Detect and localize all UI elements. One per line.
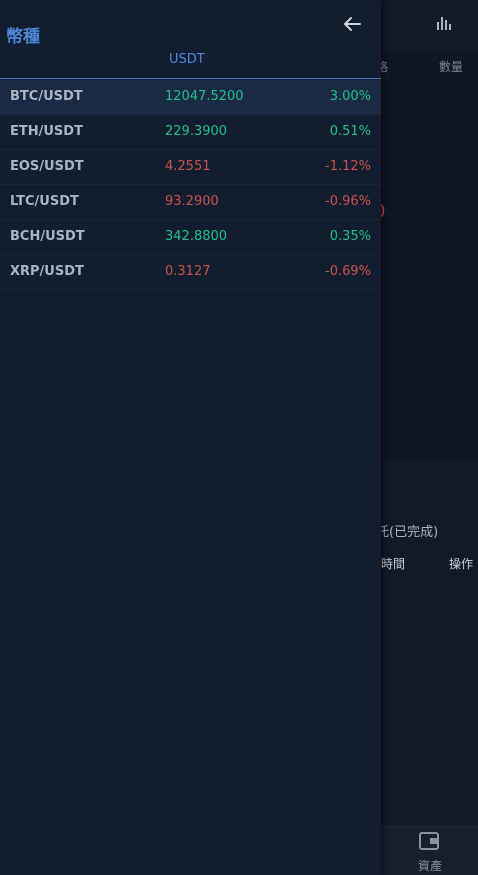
tab-usdt[interactable]: USDT <box>169 52 205 67</box>
pair-change: -0.69% <box>325 264 371 279</box>
pair-selector-drawer: 幣種 USDT BTC/USDT 12047.5200 3.00% ETH/US… <box>0 0 381 875</box>
pair-symbol: LTC/USDT <box>10 194 79 209</box>
pair-change: 3.00% <box>329 89 371 104</box>
arrow-left-icon <box>344 17 361 31</box>
drawer-title: 幣種 <box>6 27 40 47</box>
orderbook-quantity-header: 數量 <box>439 60 464 74</box>
orders-section-title[interactable]: 託(已完成) <box>376 521 438 540</box>
pair-change: -0.96% <box>325 194 371 209</box>
orders-operation-header: 操作 <box>449 557 474 571</box>
pair-change: -1.12% <box>325 159 371 174</box>
wallet-icon[interactable] <box>419 832 439 850</box>
pair-row-eth[interactable]: ETH/USDT 229.3900 0.51% <box>0 115 381 150</box>
pair-row-xrp[interactable]: XRP/USDT 0.3127 -0.69% <box>0 255 381 290</box>
pair-symbol: ETH/USDT <box>10 124 83 139</box>
pair-symbol: EOS/USDT <box>10 159 84 174</box>
bottom-nav-assets-label[interactable]: 資產 <box>418 857 442 874</box>
pair-price: 12047.5200 <box>165 89 244 104</box>
pair-price: 229.3900 <box>165 124 228 139</box>
pair-change: 0.35% <box>329 229 371 244</box>
pair-change: 0.51% <box>329 124 371 139</box>
pair-price: 0.3127 <box>165 264 211 279</box>
pair-price: 342.8800 <box>165 229 228 244</box>
pair-list: BTC/USDT 12047.5200 3.00% ETH/USDT 229.3… <box>0 80 381 290</box>
pair-symbol: BTC/USDT <box>10 89 83 104</box>
pair-price: 4.2551 <box>165 159 211 174</box>
pair-price: 93.2900 <box>165 194 219 209</box>
pair-row-ltc[interactable]: LTC/USDT 93.2900 -0.96% <box>0 185 381 220</box>
back-button[interactable] <box>340 12 364 36</box>
orders-time-header: 時間 <box>381 557 406 571</box>
bar-chart-icon[interactable] <box>435 14 453 32</box>
pair-row-bch[interactable]: BCH/USDT 342.8800 0.35% <box>0 220 381 255</box>
pair-symbol: BCH/USDT <box>10 229 85 244</box>
pair-row-btc[interactable]: BTC/USDT 12047.5200 3.00% <box>0 80 381 115</box>
pair-row-eos[interactable]: EOS/USDT 4.2551 -1.12% <box>0 150 381 185</box>
quote-currency-tabs: USDT <box>0 46 381 79</box>
pair-symbol: XRP/USDT <box>10 264 84 279</box>
app-root: 格 數量 0 託(已完成) 時間 操作 資產 幣種 USDT BTC/USDT … <box>0 0 478 875</box>
